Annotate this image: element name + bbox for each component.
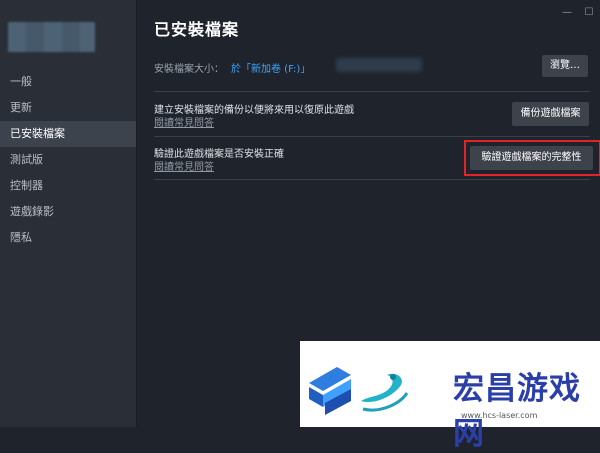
divider [154,179,590,180]
verify-faq-link[interactable]: 閱讀常見問答 [154,158,214,173]
sidebar-item-privacy[interactable]: 隱私 [0,225,136,251]
blurred-game-title [8,22,95,52]
sidebar-item-installed-files[interactable]: 已安裝檔案 [0,121,136,147]
watermark-logo-icon [309,367,409,415]
sidebar: 一般 更新 已安裝檔案 測試版 控制器 遊戲錄影 隱私 [0,0,137,427]
backup-row: 建立安裝檔案的備份以便將來用以復原此遊戲 閱讀常見問答 備份遊戲檔案 [154,100,590,134]
page-title: 已安裝檔案 [154,20,240,39]
sidebar-item-game-recording[interactable]: 遊戲錄影 [0,199,136,225]
blurred-size-value [336,58,422,72]
divider [154,136,590,137]
verify-integrity-button[interactable]: 驗證遊戲檔案的完整性 [470,146,593,170]
sidebar-item-betas[interactable]: 測試版 [0,147,136,173]
watermark-brand: 宏昌游戏网 [453,371,581,452]
sidebar-nav: 一般 更新 已安裝檔案 測試版 控制器 遊戲錄影 隱私 [0,69,136,251]
install-location-link[interactable]: 於「新加卷 (F:)」 [231,60,310,75]
install-size-row: 安裝檔案大小： 於「新加卷 (F:)」 瀏覽… [154,55,590,79]
backup-files-button[interactable]: 備份遊戲檔案 [512,102,589,126]
sidebar-item-controller[interactable]: 控制器 [0,173,136,199]
divider [154,91,590,92]
watermark-banner: 宏昌游戏网 www.hcs-laser.com [300,341,600,452]
watermark-url: www.hcs-laser.com [461,411,538,420]
browse-button[interactable]: 瀏覽… [542,55,588,77]
sidebar-item-general[interactable]: 一般 [0,69,136,95]
install-size-label: 安裝檔案大小： [154,64,224,75]
backup-faq-link[interactable]: 閱讀常見問答 [154,114,214,129]
verify-row: 驗證此遊戲檔案是否安裝正確 閱讀常見問答 驗證遊戲檔案的完整性 [154,140,600,179]
sidebar-item-updates[interactable]: 更新 [0,95,136,121]
